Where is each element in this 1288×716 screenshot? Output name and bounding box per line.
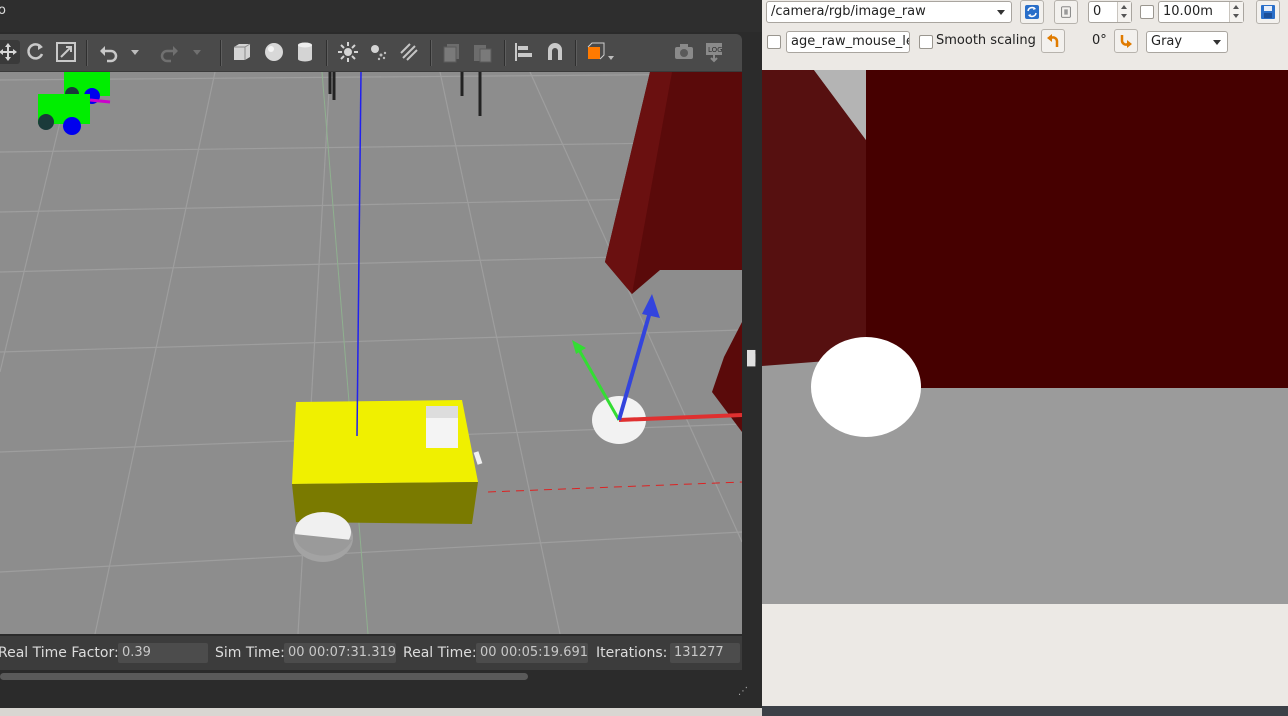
paste-icon[interactable] [470,40,494,64]
iterations-label: Iterations: [596,645,668,661]
zoom-fit-icon [1061,6,1071,18]
max-range-spinbox[interactable]: 10.00m [1158,1,1244,23]
toolbar-separator [86,40,88,66]
max-range-value: 10.00m [1163,4,1213,19]
rotate-right-icon [1120,35,1132,48]
scrollbar-thumb[interactable] [0,673,528,680]
rotate-right-button[interactable] [1114,29,1138,53]
toolbar-separator [575,40,577,66]
topic-select[interactable]: /camera/rgb/image_raw [766,1,1012,23]
gazebo-scene [0,72,742,634]
redo-dropdown-icon[interactable] [190,40,204,64]
mouse-topic-input[interactable]: age_raw_mouse_left [786,31,910,53]
sim-time-label: Sim Time: [215,645,285,661]
chevron-down-icon [997,10,1005,15]
splitter-handle-icon[interactable]: ■ ■ ■ [746,348,756,367]
svg-text:LOG: LOG [708,46,723,54]
sim-time-value: 00 00:07:31.319 [284,643,396,663]
screenshot-icon[interactable] [672,40,696,64]
gazebo-toolbar: LOG [0,34,742,72]
mouse-publish-checkbox[interactable] [767,35,781,49]
spin-arrows-icon[interactable] [1117,2,1131,22]
camera-goal-marker [811,337,921,437]
gazebo-3d-viewport[interactable] [0,72,742,634]
mouse-topic-value: age_raw_mouse_left [791,34,909,49]
rotate-left-icon [1047,34,1059,47]
redo-icon[interactable] [158,40,182,64]
horizontal-scrollbar[interactable] [0,670,742,684]
refresh-topics-button[interactable] [1020,0,1044,24]
copy-icon[interactable] [440,40,464,64]
box-icon[interactable] [230,40,254,64]
save-icon [1261,5,1275,19]
toolbar-separator [504,40,506,66]
rotate-left-button[interactable] [1041,29,1065,53]
smooth-scaling-checkbox[interactable] [919,35,933,49]
undo-icon[interactable] [96,40,120,64]
color-scheme-select[interactable]: Gray [1146,31,1228,53]
color-scheme-value: Gray [1151,34,1183,49]
gazebo-status-bar: Real Time Factor: 0.39 Sim Time: 00 00:0… [0,636,742,670]
undo-dropdown-icon[interactable] [128,40,142,64]
camera-wall-back [866,70,1288,388]
camera-image-render [762,70,1288,604]
view-angle-icon[interactable] [584,40,618,64]
spin-arrows-icon[interactable] [1229,2,1243,22]
snap-icon[interactable] [543,40,567,64]
real-time-factor-value: 0.39 [118,643,208,663]
rotate-icon[interactable] [23,40,47,64]
toolbar-separator [430,40,432,66]
min-value-spinbox[interactable]: 0 [1088,1,1132,23]
gazebo-window: o LOG ■ ■ ■ Real Time Factor: 0.39 Sim T… [0,0,762,716]
refresh-icon [1025,5,1039,19]
directional-light-icon[interactable] [397,40,421,64]
topic-select-value: /camera/rgb/image_raw [771,4,926,19]
save-image-button[interactable] [1256,0,1280,24]
rotation-value: 0° [1092,33,1107,48]
window-bottom-edge [0,708,762,716]
gazebo-title-bar: o [0,0,762,32]
real-time-value: 00 00:05:19.691 [476,643,588,663]
chevron-down-icon [1213,40,1221,45]
image-view-panel: /camera/rgb/image_raw 0 10.00m age_raw_m… [762,0,1288,716]
translate-icon[interactable] [0,40,20,64]
point-light-icon[interactable] [336,40,360,64]
toolbar-separator [220,40,222,66]
iterations-value: 131277 [670,643,740,663]
toolbar-separator [326,40,328,66]
sphere-icon[interactable] [262,40,286,64]
cylinder-icon[interactable] [293,40,317,64]
resize-grip-icon[interactable]: ⋰ [738,686,748,697]
scale-icon[interactable] [54,40,78,64]
gazebo-title: o [0,3,6,18]
real-time-label: Real Time: [403,645,477,661]
zoom-fit-button[interactable] [1054,0,1078,24]
min-value: 0 [1093,4,1102,19]
log-icon[interactable]: LOG [702,40,726,64]
real-time-factor-label: Real Time Factor: [0,645,119,661]
dynamic-range-checkbox[interactable] [1140,5,1154,19]
smooth-scaling-label: Smooth scaling [936,33,1036,48]
window-bottom-edge [762,706,1288,716]
align-icon[interactable] [512,40,536,64]
spot-light-icon[interactable] [366,40,390,64]
camera-image[interactable] [762,70,1288,604]
